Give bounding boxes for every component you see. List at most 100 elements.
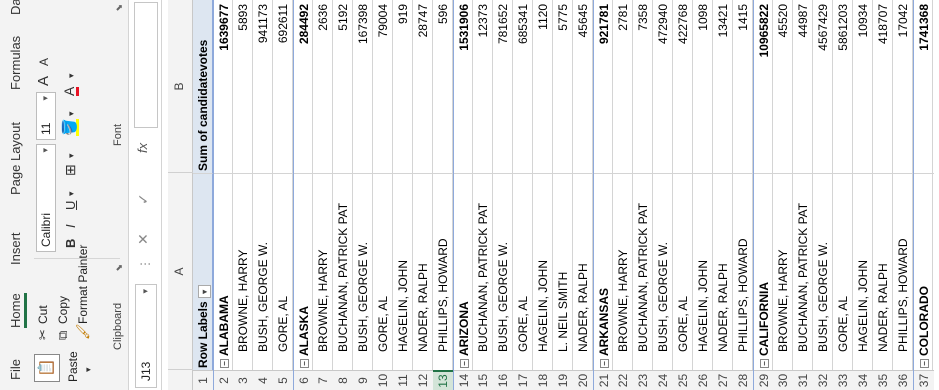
row-header[interactable]: 12 [413, 370, 433, 390]
cell-b[interactable]: 692611 [273, 0, 293, 173]
cell-a[interactable]: BUCHANAN, PATRICK PAT [473, 173, 493, 370]
insert-function-button[interactable]: fx [135, 143, 150, 153]
cell-a[interactable]: BUSH, GEORGE W. [353, 173, 373, 370]
cell-a[interactable]: − ALASKA [294, 173, 314, 370]
row-header[interactable]: 3 [233, 370, 253, 390]
cell-b[interactable]: 28747 [413, 0, 433, 173]
cell-a[interactable]: HAGELIN, JOHN [393, 173, 413, 370]
row-header[interactable]: 13 [433, 370, 453, 390]
cell-a[interactable]: − ARKANSAS [594, 173, 614, 370]
cell-b[interactable]: 1639677 [214, 0, 234, 173]
cell-a[interactable]: PHILLIPS, HOWARD [433, 173, 453, 370]
cell-b[interactable]: 10934 [853, 0, 873, 173]
row-header[interactable]: 1 [193, 370, 213, 390]
row-header[interactable]: 24 [653, 370, 673, 390]
cell-a[interactable]: BUCHANAN, PATRICK PAT [333, 173, 353, 370]
cell-b[interactable]: 1531906 [454, 0, 474, 173]
cell-a[interactable]: NADER, RALPH [413, 173, 433, 370]
cell-b[interactable]: 13421 [713, 0, 733, 173]
row-header[interactable]: 5 [273, 370, 293, 390]
collapse-icon[interactable]: − [300, 359, 309, 368]
cell-a[interactable]: BROWNE, HARRY [313, 173, 333, 370]
cell-b[interactable]: 921781 [594, 0, 614, 173]
chevron-down-icon[interactable]: ▾ [66, 191, 76, 196]
cell-a[interactable]: GORE, AL [373, 173, 393, 370]
collapse-icon[interactable]: − [220, 359, 229, 368]
shrink-font-button[interactable]: A [37, 58, 51, 66]
cell-b[interactable]: 5861203 [833, 0, 853, 173]
tab-data[interactable]: Da [8, 0, 23, 15]
cell-b[interactable]: 781652 [493, 0, 513, 173]
cell-b[interactable]: 1098 [693, 0, 713, 173]
cell-a[interactable]: BUSH, GEORGE W. [493, 173, 513, 370]
row-header[interactable]: 30 [773, 370, 793, 390]
row-header[interactable]: 8 [333, 370, 353, 390]
tab-insert[interactable]: Insert [8, 232, 23, 265]
paste-icon[interactable]: 📋 [34, 354, 60, 382]
cancel-icon[interactable]: ✕ [135, 233, 152, 245]
cut-icon[interactable]: ✂ [35, 329, 50, 340]
tab-formulas[interactable]: Formulas [8, 36, 23, 90]
cell-a[interactable]: BROWNE, HARRY [773, 173, 793, 370]
cell-a[interactable]: GORE, AL [833, 173, 853, 370]
paste-label[interactable]: Paste [66, 351, 80, 382]
row-header[interactable]: 35 [873, 370, 893, 390]
cell-a[interactable]: GORE, AL [273, 173, 293, 370]
row-header[interactable]: 4 [253, 370, 273, 390]
chevron-down-icon[interactable]: ▾ [66, 73, 76, 78]
row-header[interactable]: 33 [833, 370, 853, 390]
cell-b[interactable]: 685341 [513, 0, 533, 173]
cell-a[interactable]: − CALIFORNIA [754, 173, 774, 370]
row-header[interactable]: 32 [813, 370, 833, 390]
font-name-combo[interactable]: Calibri ▾ [36, 144, 56, 252]
cell-b[interactable]: 2636 [313, 0, 333, 173]
row-header[interactable]: 15 [473, 370, 493, 390]
cell-a[interactable]: BUSH, GEORGE W. [813, 173, 833, 370]
row-header[interactable]: 36 [893, 370, 913, 390]
cell-a[interactable]: L. NEIL SMITH [553, 173, 573, 370]
font-size-combo[interactable]: 11 ▾ [36, 92, 56, 140]
row-header[interactable]: 21 [594, 370, 614, 390]
cell-a[interactable]: BROWNE, HARRY [233, 173, 253, 370]
collapse-icon[interactable]: − [760, 359, 769, 368]
collapse-icon[interactable]: − [920, 359, 929, 368]
row-header[interactable]: 7 [313, 370, 333, 390]
cell-b[interactable]: 1415 [733, 0, 753, 173]
cell-b[interactable]: 422768 [673, 0, 693, 173]
cell-b[interactable]: Sum of candidatevotes [193, 0, 213, 173]
row-header[interactable]: 20 [573, 370, 593, 390]
row-header[interactable]: 22 [613, 370, 633, 390]
cell-b[interactable]: 79004 [373, 0, 393, 173]
row-header[interactable]: 17 [513, 370, 533, 390]
row-header[interactable]: 25 [673, 370, 693, 390]
font-launcher-icon[interactable]: ⬊ [114, 4, 125, 12]
clipboard-launcher-icon[interactable]: ⬊ [114, 264, 125, 272]
cell-b[interactable]: 5192 [333, 0, 353, 173]
copy-button[interactable]: Copy [56, 296, 70, 324]
cell-b[interactable]: 941173 [253, 0, 273, 173]
name-box[interactable]: J13 ▾ [135, 284, 157, 388]
cell-b[interactable]: 12373 [473, 0, 493, 173]
row-header[interactable]: 26 [693, 370, 713, 390]
borders-icon[interactable]: ⊞ [62, 164, 78, 176]
cell-b[interactable]: 2781 [613, 0, 633, 173]
chevron-down-icon[interactable]: ▾ [40, 148, 51, 153]
cell-b[interactable]: 284492 [294, 0, 314, 173]
cell-a[interactable]: BUSH, GEORGE W. [253, 173, 273, 370]
cell-a[interactable]: GORE, AL [673, 173, 693, 370]
paste-dropdown-icon[interactable]: ▾ [83, 367, 93, 372]
formula-input[interactable] [134, 2, 158, 128]
cell-a[interactable]: HAGELIN, JOHN [533, 173, 553, 370]
column-header-b[interactable]: B [172, 0, 186, 173]
cell-a[interactable]: PHILLIPS, HOWARD [733, 173, 753, 370]
row-header[interactable]: 9 [353, 370, 373, 390]
collapse-icon[interactable]: − [460, 359, 469, 368]
cell-b[interactable]: 17042 [893, 0, 913, 173]
cell-b[interactable]: 5893 [233, 0, 253, 173]
row-header[interactable]: 16 [493, 370, 513, 390]
row-header[interactable]: 11 [393, 370, 413, 390]
row-header[interactable]: 28 [733, 370, 753, 390]
copy-icon[interactable]: ⧉ [55, 331, 70, 340]
cell-b[interactable]: 418707 [873, 0, 893, 173]
chevron-down-icon[interactable]: ▾ [66, 111, 76, 116]
